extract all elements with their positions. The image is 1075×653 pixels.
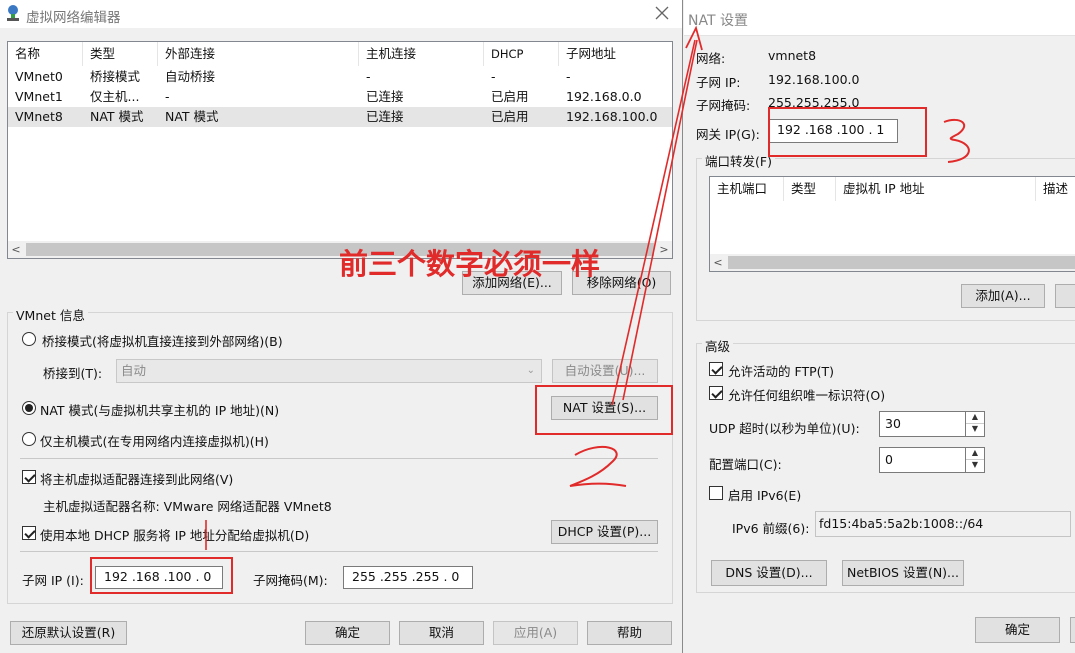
handwritten-three-mark bbox=[943, 118, 970, 163]
red-arrow-line bbox=[611, 39, 696, 406]
handwritten-two-mark bbox=[569, 446, 627, 487]
annotation-drawing bbox=[205, 25, 970, 550]
red-arrow-line bbox=[622, 39, 698, 401]
